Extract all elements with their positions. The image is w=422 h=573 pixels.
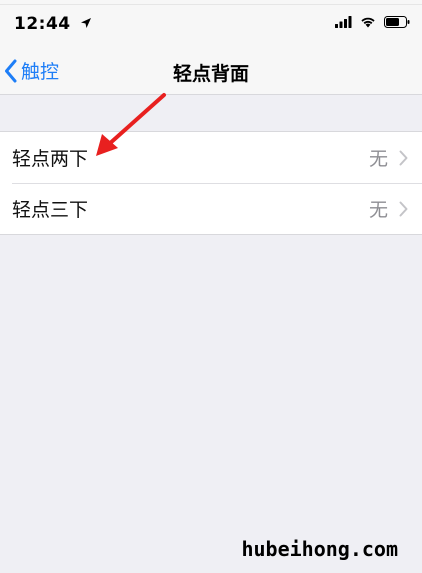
battery-icon [384,16,410,28]
page-title: 轻点背面 [172,63,249,85]
chevron-right-icon [399,150,408,165]
row-label: 轻点三下 [12,199,89,221]
location-arrow-icon [81,18,91,28]
row-value: 无 [368,148,388,170]
screen: 12:44 触控 轻点背面 轻点两下 无 轻点三下 无 hubeihong.co… [0,0,422,573]
status-time: 12:44 [14,14,71,34]
settings-row-triple-tap[interactable]: 轻点三下 无 [0,183,422,234]
status-bar: 12:44 [0,0,422,50]
settings-row-double-tap[interactable]: 轻点两下 无 [0,132,422,183]
cellular-signal-icon [335,16,352,28]
row-value: 无 [368,199,388,221]
chevron-right-icon [399,201,408,216]
navigation-bar: 触控 轻点背面 [0,50,422,95]
watermark: hubeihong.com [241,537,398,561]
row-label: 轻点两下 [12,148,89,170]
top-divider [0,0,422,5]
wifi-icon [361,17,375,28]
annotation-arrow [96,93,166,156]
status-indicators [335,16,410,28]
settings-group: 轻点两下 无 轻点三下 无 [0,131,422,235]
